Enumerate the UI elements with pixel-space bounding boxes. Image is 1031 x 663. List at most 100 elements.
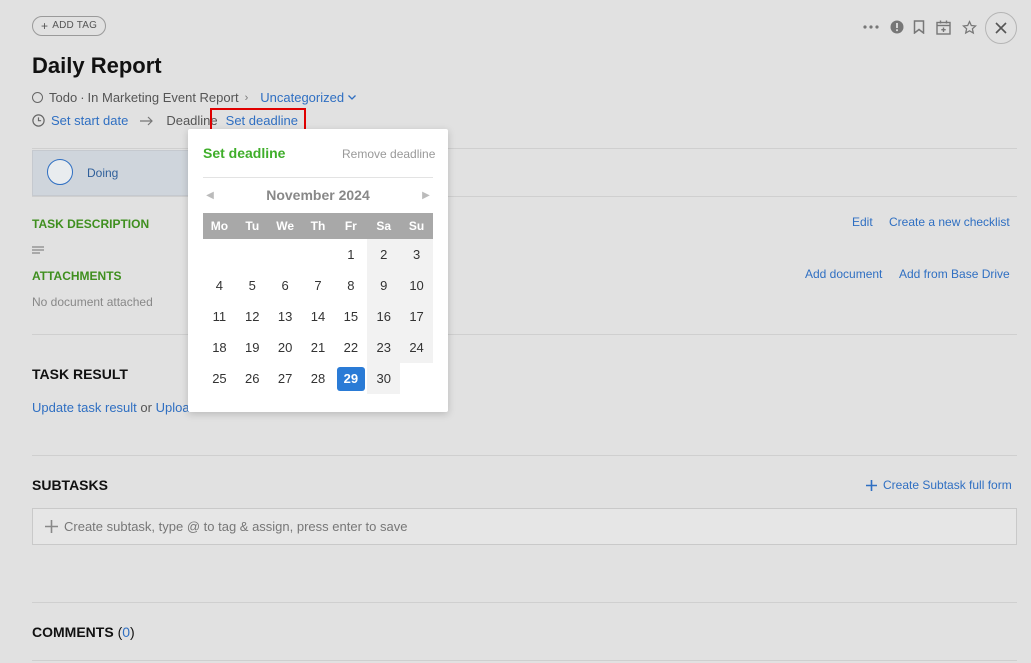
- calendar-day[interactable]: 28: [302, 363, 335, 394]
- add-tag-label: ADD TAG: [52, 20, 98, 31]
- calendar-day[interactable]: 3: [400, 239, 433, 270]
- calendar-day-number: 17: [409, 309, 424, 324]
- upload-result-link[interactable]: Uploa: [156, 400, 190, 415]
- task-meta-row: Todo · In Marketing Event Report › Uncat…: [32, 90, 357, 105]
- calendar-day[interactable]: 18: [203, 332, 236, 363]
- calendar-day-number: 19: [245, 340, 260, 355]
- status-label[interactable]: Todo: [49, 90, 77, 105]
- popup-title: Set deadline: [203, 145, 286, 161]
- calendar-day[interactable]: 24: [400, 332, 433, 363]
- project-label[interactable]: In Marketing Event Report: [88, 90, 239, 105]
- calendar-day-number: 6: [281, 278, 289, 293]
- calendar-add-icon[interactable]: [934, 18, 952, 36]
- calendar-day[interactable]: 10: [400, 270, 433, 301]
- calendar-day[interactable]: 27: [269, 363, 302, 394]
- next-month-icon[interactable]: ▶: [419, 190, 433, 201]
- category-dropdown[interactable]: Uncategorized: [260, 90, 357, 105]
- calendar-day[interactable]: 7: [302, 270, 335, 301]
- calendar-day-number: 13: [277, 309, 293, 324]
- comments-close-paren: ): [130, 624, 135, 640]
- calendar-day[interactable]: 13: [269, 301, 302, 332]
- no-attachments-text: No document attached: [32, 295, 153, 309]
- calendar-day[interactable]: 1: [334, 239, 367, 270]
- subtask-input[interactable]: Create subtask, type @ to tag & assign, …: [32, 508, 1017, 545]
- calendar-day[interactable]: 23: [367, 332, 401, 363]
- calendar-day[interactable]: 17: [400, 301, 433, 332]
- create-subtask-full-form-label: Create Subtask full form: [883, 478, 1012, 492]
- create-subtask-full-form-link[interactable]: Create Subtask full form: [866, 478, 1012, 492]
- calendar-day[interactable]: 8: [334, 270, 367, 301]
- close-button[interactable]: [985, 12, 1017, 44]
- calendar-day-number: 22: [343, 340, 359, 355]
- set-start-date-link[interactable]: Set start date: [51, 113, 128, 128]
- chevron-right-icon: ›: [244, 91, 249, 104]
- add-tag-button[interactable]: + ADD TAG: [32, 16, 107, 36]
- calendar-day[interactable]: 9: [367, 270, 401, 301]
- calendar-day[interactable]: 16: [367, 301, 401, 332]
- calendar-day[interactable]: 2: [367, 239, 401, 270]
- attachments-heading: ATTACHMENTS: [32, 269, 122, 283]
- calendar-day-number: 26: [245, 371, 260, 386]
- create-checklist-link[interactable]: Create a new checklist: [889, 215, 1010, 229]
- priority-icon[interactable]: [888, 18, 906, 36]
- bookmark-icon[interactable]: [910, 18, 928, 36]
- edit-description-link[interactable]: Edit: [852, 215, 873, 229]
- subtasks-heading: SUBTASKS: [32, 477, 108, 493]
- weekday-header: Sa: [376, 219, 392, 233]
- calendar-day-number: 5: [248, 278, 256, 293]
- weekday-header: We: [276, 219, 295, 233]
- calendar-day-number: 1: [347, 247, 355, 262]
- weekday-header: Th: [310, 219, 326, 233]
- calendar-day[interactable]: 12: [236, 301, 269, 332]
- description-text-icon[interactable]: [32, 246, 44, 254]
- comments-heading-label: COMMENTS: [32, 624, 114, 640]
- more-icon[interactable]: [862, 18, 880, 36]
- prev-month-icon[interactable]: ◀: [203, 190, 217, 201]
- calendar-day[interactable]: 11: [203, 301, 236, 332]
- calendar-day[interactable]: 29: [334, 363, 367, 394]
- calendar-day[interactable]: 30: [367, 363, 401, 394]
- popup-divider: [203, 177, 433, 178]
- calendar-day-number: 28: [310, 371, 326, 386]
- calendar-day[interactable]: 14: [302, 301, 335, 332]
- calendar-day[interactable]: 6: [269, 270, 302, 301]
- calendar-day[interactable]: 5: [236, 270, 269, 301]
- weekday-header: Tu: [245, 219, 260, 233]
- calendar-day-number: 14: [310, 309, 326, 324]
- calendar-day[interactable]: 26: [236, 363, 269, 394]
- add-from-drive-link[interactable]: Add from Base Drive: [899, 267, 1010, 281]
- calendar-day-number: 16: [376, 309, 391, 324]
- plus-icon: [45, 520, 58, 533]
- calendar-day-number: 10: [409, 278, 424, 293]
- close-icon: [995, 22, 1007, 34]
- calendar-day[interactable]: 4: [203, 270, 236, 301]
- calendar-day-number: 3: [412, 247, 421, 262]
- calendar-day-number: 25: [212, 371, 227, 386]
- status-circle-icon[interactable]: [32, 92, 43, 103]
- task-description-heading: TASK DESCRIPTION: [32, 217, 150, 231]
- calendar-day[interactable]: 19: [236, 332, 269, 363]
- task-result-heading: TASK RESULT: [32, 366, 128, 382]
- calendar-day-number: 21: [310, 340, 326, 355]
- remove-deadline-link[interactable]: Remove deadline: [342, 147, 435, 161]
- calendar-day[interactable]: 25: [203, 363, 236, 394]
- plus-icon: +: [41, 19, 49, 33]
- weekday-header: Fr: [344, 219, 357, 233]
- calendar-empty-cell: [203, 239, 236, 270]
- star-icon[interactable]: [960, 18, 978, 36]
- calendar-day-number: 29: [336, 366, 365, 391]
- update-task-result-link[interactable]: Update task result: [32, 400, 137, 415]
- calendar-day[interactable]: 15: [334, 301, 367, 332]
- stage-doing[interactable]: Doing: [32, 150, 192, 196]
- add-document-link[interactable]: Add document: [805, 267, 882, 281]
- chevron-down-icon: [348, 95, 357, 100]
- weekday-header: Mo: [210, 219, 229, 233]
- arrow-right-icon: [140, 116, 154, 125]
- meta-separator: ·: [80, 90, 85, 105]
- calendar-day[interactable]: 22: [334, 332, 367, 363]
- calendar-day[interactable]: 21: [302, 332, 335, 363]
- calendar-day[interactable]: 20: [269, 332, 302, 363]
- calendar-day-number: 27: [277, 371, 293, 386]
- calendar-day-number: 15: [343, 309, 359, 324]
- calendar-day-number: 9: [380, 278, 388, 293]
